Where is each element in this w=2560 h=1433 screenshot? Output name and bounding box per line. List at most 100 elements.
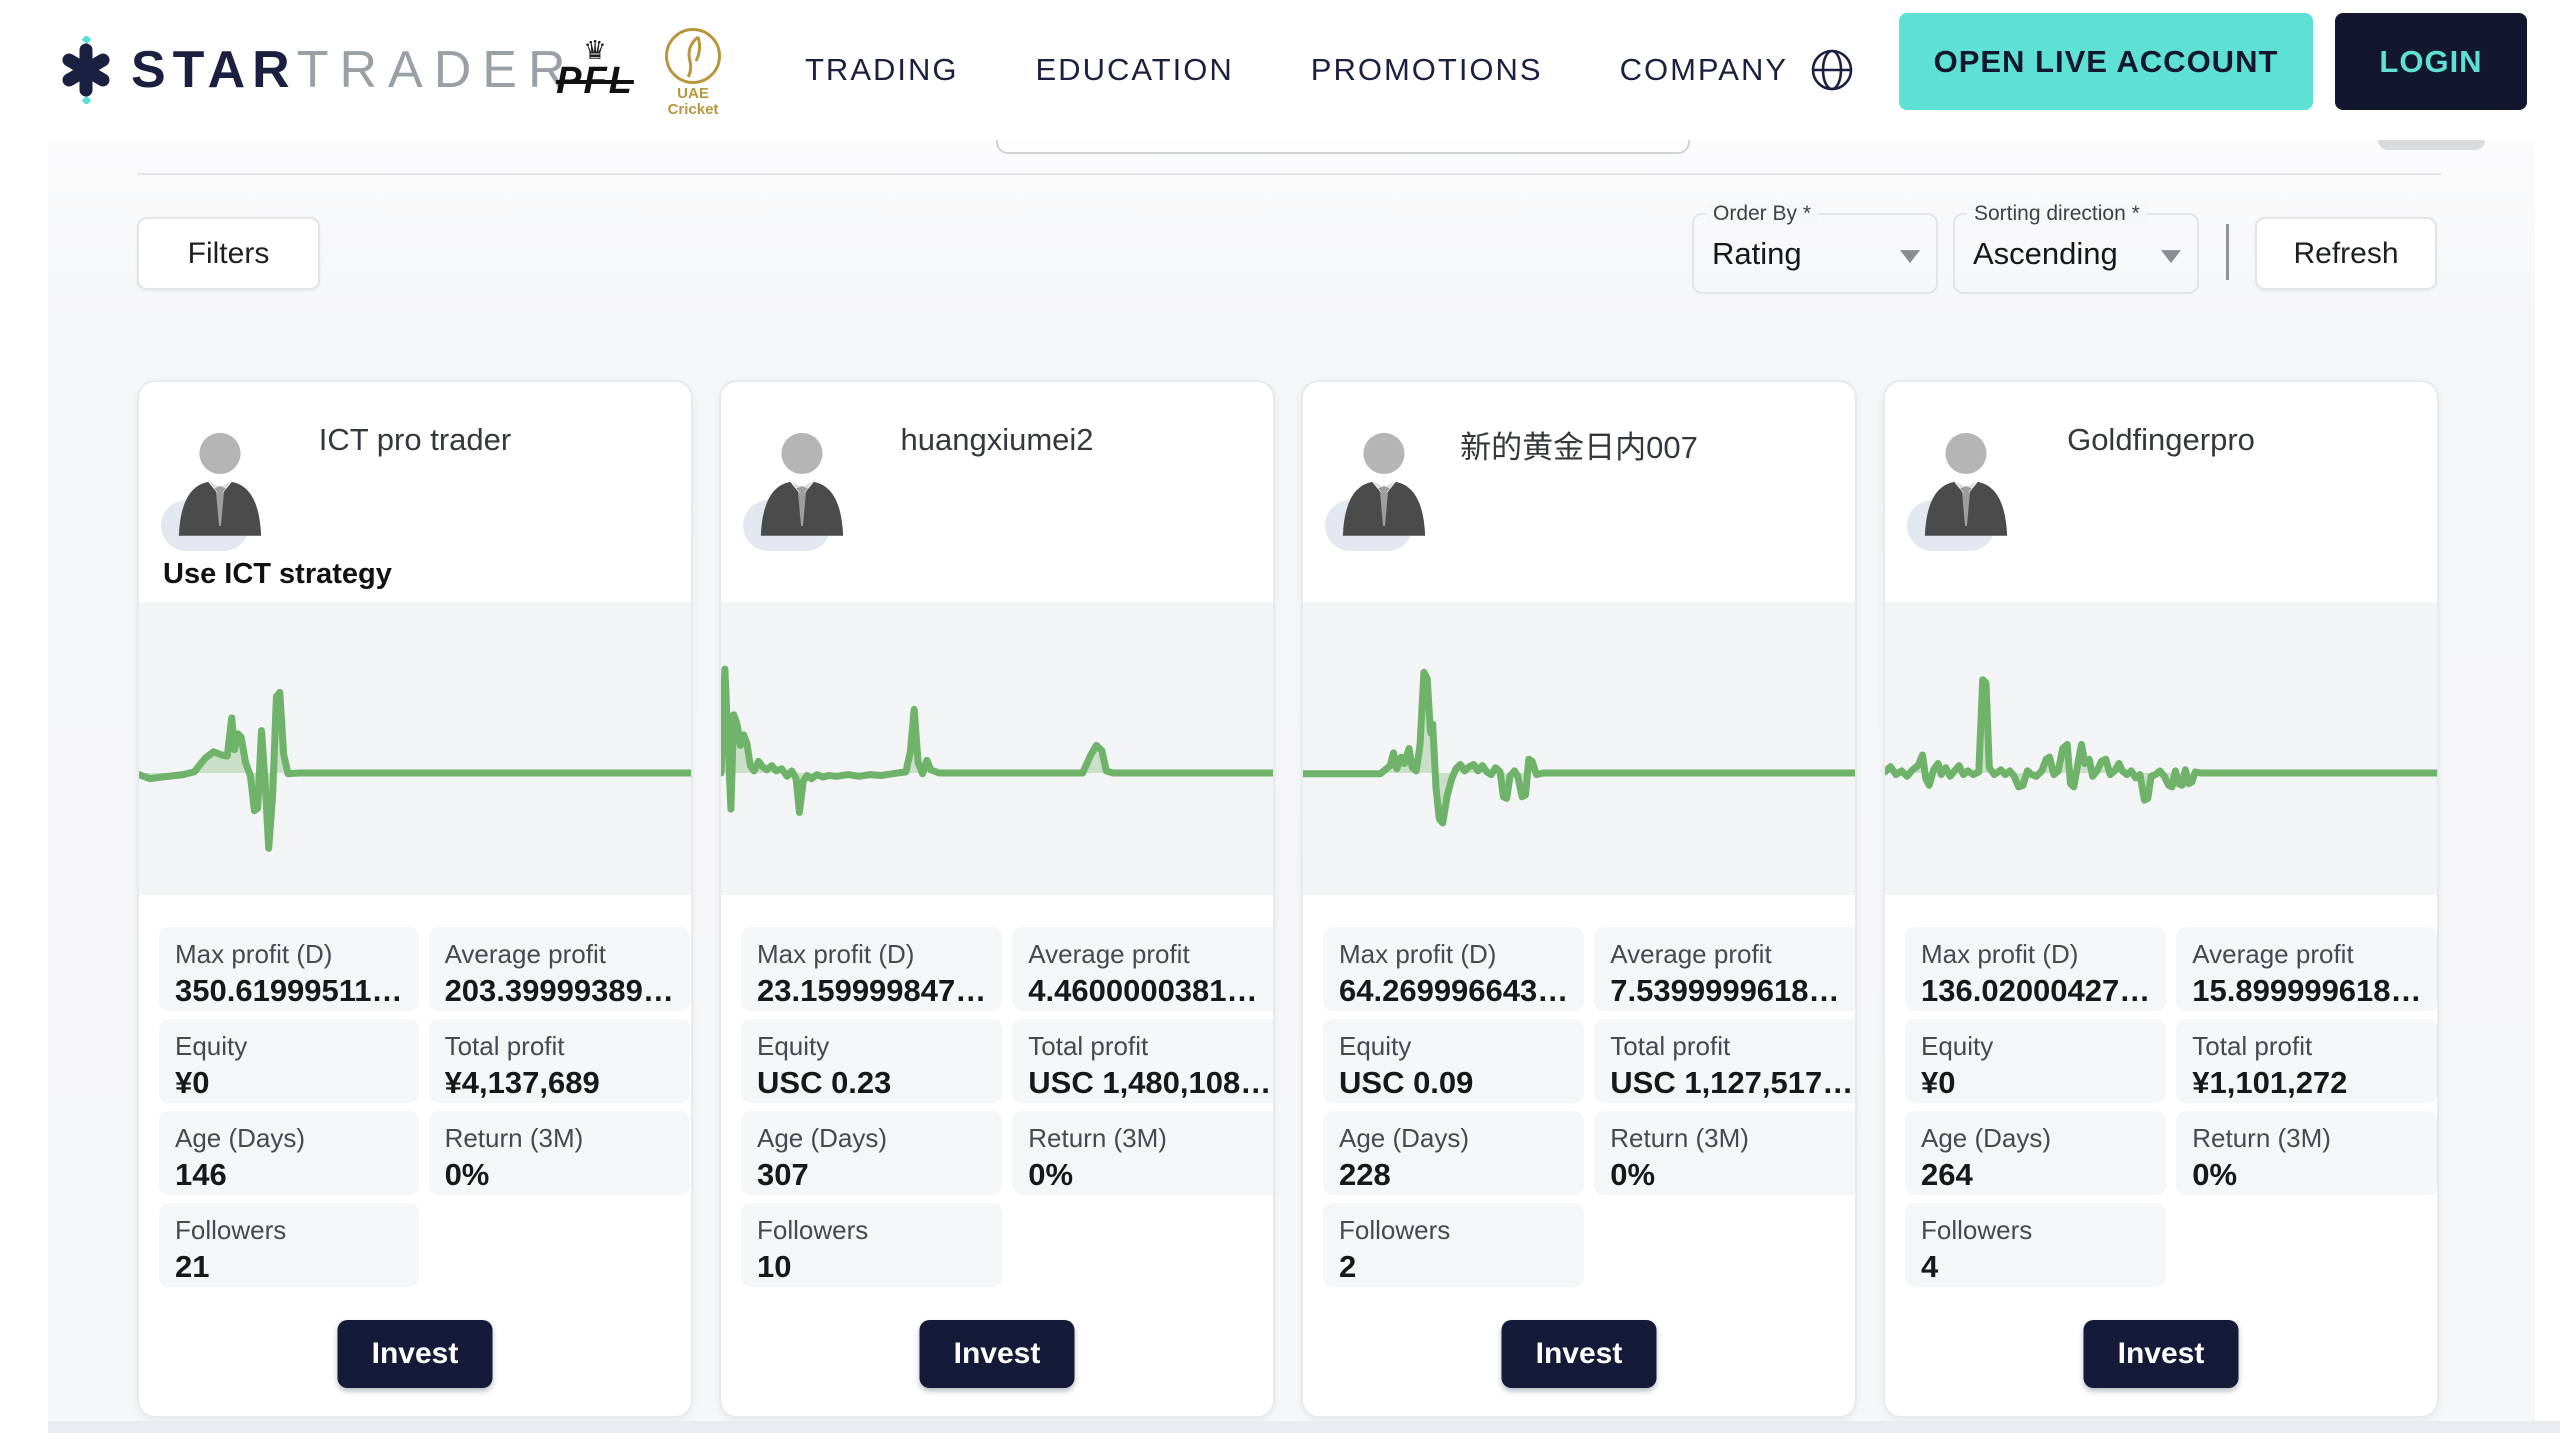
invest-button[interactable]: Invest <box>338 1320 493 1388</box>
stat-value: ¥0 <box>1921 1063 2150 1103</box>
logo-text-star: STAR <box>131 40 297 100</box>
stat-box: Age (Days)228 <box>1323 1111 1584 1195</box>
order-by-select[interactable]: Order By * Rating <box>1692 213 1938 294</box>
stats-grid: Max profit (D)350.61999511… Average profi… <box>159 927 671 1287</box>
stat-label: Equity <box>1339 1029 1568 1063</box>
stat-label: Total profit <box>1610 1029 1853 1063</box>
stat-box: Total profit¥1,101,272 <box>2176 1019 2437 1103</box>
equity-sparkline-chart <box>139 602 691 895</box>
stat-box: Return (3M)0% <box>429 1111 690 1195</box>
stat-value: USC 0.09 <box>1339 1063 1568 1103</box>
stat-label: Max profit (D) <box>1339 937 1568 971</box>
pfl-crown-icon: ♛ <box>545 40 645 60</box>
stat-label: Age (Days) <box>757 1121 986 1155</box>
stat-value: 15.899999618… <box>2192 971 2421 1011</box>
nav-company[interactable]: COMPANY <box>1620 52 1788 88</box>
sorting-direction-value: Ascending <box>1973 236 2118 272</box>
stat-value: 2 <box>1339 1247 1568 1287</box>
trader-card[interactable]: 新的黄金日内007 # 3 Max profit (D)64.269996643… <box>1301 380 1857 1418</box>
stat-label: Followers <box>1339 1213 1568 1247</box>
stat-box: Total profit¥4,137,689 <box>429 1019 690 1103</box>
nav-trading[interactable]: TRADING <box>805 52 959 88</box>
stat-label: Average profit <box>445 937 674 971</box>
stat-box: Followers10 <box>741 1203 1002 1287</box>
toolbar-separator <box>2226 224 2229 280</box>
stat-box: Age (Days)307 <box>741 1111 1002 1195</box>
chevron-down-icon <box>2161 250 2181 263</box>
trader-card[interactable]: ICT pro trader # 1 Use ICT strategy Max … <box>137 380 693 1418</box>
copy-trading-content: Filters Order By * Rating Sorting direct… <box>0 140 2560 1433</box>
startrader-logo[interactable]: STAR TRADER <box>55 36 577 104</box>
star-logo-icon <box>55 36 117 104</box>
stat-box: Return (3M)0% <box>1594 1111 1857 1195</box>
nav-promotions[interactable]: PROMOTIONS <box>1311 52 1543 88</box>
section-divider <box>137 173 2441 175</box>
stat-value: 307 <box>757 1155 986 1195</box>
stat-value: 64.269996643… <box>1339 971 1568 1011</box>
stat-label: Max profit (D) <box>757 937 986 971</box>
stat-value: USC 0.23 <box>757 1063 986 1103</box>
stat-label: Return (3M) <box>445 1121 674 1155</box>
stat-label: Equity <box>1921 1029 2150 1063</box>
top-navigation-bar: STAR TRADER ♛ PFL UAE Cricket TRADING ED… <box>0 0 2560 140</box>
stat-box: Max profit (D)136.02000427… <box>1905 927 2166 1011</box>
stats-grid: Max profit (D)23.159999847…Average profi… <box>741 927 1253 1287</box>
stat-value: 0% <box>445 1155 674 1195</box>
stat-value: 4 <box>1921 1247 2150 1287</box>
stats-grid: Max profit (D)64.269996643…Average profi… <box>1323 927 1835 1287</box>
trader-avatar-icon <box>171 428 269 538</box>
refresh-button[interactable]: Refresh <box>2255 217 2437 290</box>
trader-avatar-icon <box>1335 428 1433 538</box>
stat-box: Average profit15.899999618… <box>2176 927 2437 1011</box>
equity-sparkline-chart <box>721 602 1273 895</box>
stat-value: 146 <box>175 1155 403 1195</box>
stat-box: Max profit (D)350.61999511… <box>159 927 419 1011</box>
stat-label: Return (3M) <box>1028 1121 1271 1155</box>
stat-value: ¥0 <box>175 1063 403 1103</box>
stat-value: ¥4,137,689 <box>445 1063 674 1103</box>
uae-cricket-falcon-icon <box>665 28 721 84</box>
sorting-direction-label: Sorting direction * <box>1967 202 2147 226</box>
stat-label: Return (3M) <box>1610 1121 1853 1155</box>
stat-value: 7.5399999618… <box>1610 971 1853 1011</box>
stat-value: 21 <box>175 1247 403 1287</box>
stat-label: Age (Days) <box>1339 1121 1568 1155</box>
invest-button[interactable]: Invest <box>1502 1320 1657 1388</box>
stat-label: Equity <box>757 1029 986 1063</box>
stat-value: 0% <box>2192 1155 2421 1195</box>
logo-text-trader: TRADER <box>297 40 577 100</box>
stat-box: Followers21 <box>159 1203 419 1287</box>
nav-education[interactable]: EDUCATION <box>1036 52 1234 88</box>
stat-value: USC 1,480,108… <box>1028 1063 1271 1103</box>
stat-label: Equity <box>175 1029 403 1063</box>
stat-label: Total profit <box>445 1029 674 1063</box>
stat-value: 0% <box>1610 1155 1853 1195</box>
stat-value: 4.4600000381… <box>1028 971 1271 1011</box>
invest-button[interactable]: Invest <box>2084 1320 2239 1388</box>
trader-card[interactable]: huangxiumei2 # 2 Max profit (D)23.159999… <box>719 380 1275 1418</box>
stat-box: Max profit (D)64.269996643… <box>1323 927 1584 1011</box>
open-live-account-button[interactable]: OPEN LIVE ACCOUNT <box>1899 13 2313 110</box>
stat-label: Followers <box>1921 1213 2150 1247</box>
stat-label: Total profit <box>2192 1029 2421 1063</box>
stat-box: Equity¥0 <box>159 1019 419 1103</box>
chevron-down-icon <box>1900 250 1920 263</box>
stat-label: Total profit <box>1028 1029 1271 1063</box>
trader-card[interactable]: Goldfingerpro # 4 Max profit (D)136.0200… <box>1883 380 2439 1418</box>
horizontal-scrollbar[interactable] <box>48 1421 2560 1433</box>
stat-box: EquityUSC 0.09 <box>1323 1019 1584 1103</box>
stat-value: 264 <box>1921 1155 2150 1195</box>
sorting-direction-select[interactable]: Sorting direction * Ascending <box>1953 213 2199 294</box>
stat-box: Age (Days)264 <box>1905 1111 2166 1195</box>
stat-label: Followers <box>175 1213 403 1247</box>
login-button[interactable]: LOGIN <box>2335 13 2527 110</box>
stat-box: Return (3M)0% <box>1012 1111 1275 1195</box>
filters-button[interactable]: Filters <box>137 217 320 290</box>
stat-label: Average profit <box>1610 937 1853 971</box>
stat-value: 0% <box>1028 1155 1271 1195</box>
uae-cricket-partner-logo: UAE Cricket <box>660 28 726 118</box>
language-globe-icon[interactable] <box>1810 48 1854 92</box>
stat-label: Average profit <box>1028 937 1271 971</box>
stat-label: Age (Days) <box>1921 1121 2150 1155</box>
invest-button[interactable]: Invest <box>920 1320 1075 1388</box>
